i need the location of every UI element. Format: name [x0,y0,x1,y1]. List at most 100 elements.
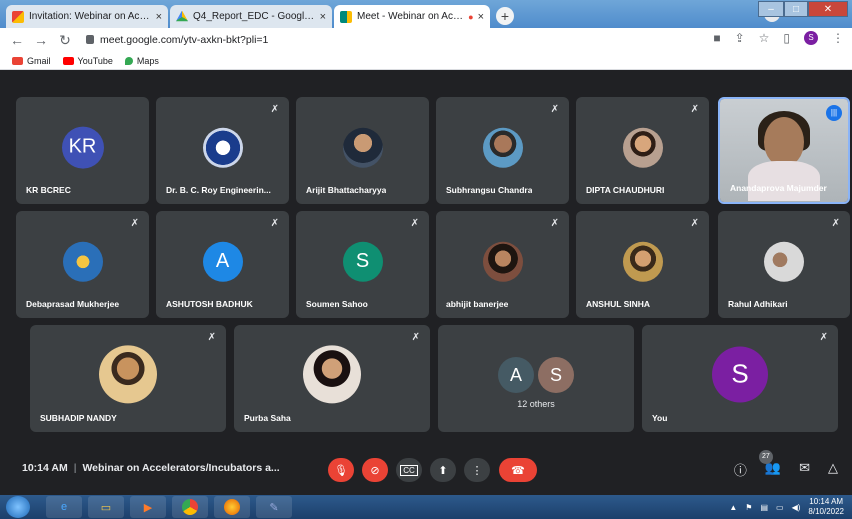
participant-tile[interactable]: Arijit Bhattacharyya [296,97,429,204]
present-button[interactable]: ⬆ [430,458,456,482]
recording-dot-icon: ● [468,11,474,22]
close-window-icon[interactable]: ✕ [808,1,848,17]
mic-off-icon: ✗ [130,218,139,229]
participant-tile[interactable]: ✗ A ASHUTOSH BADHUK [156,211,289,318]
file-explorer-icon[interactable]: ▭ [88,496,124,518]
avatar: KR [61,126,104,169]
mic-off-icon: ✗ [550,218,559,229]
bookmark-star-icon[interactable]: ☆ [759,31,770,45]
participant-tile[interactable]: ✗ Purba Saha [234,325,430,432]
flag-icon[interactable]: ⚑ [745,503,752,512]
share-icon[interactable]: ⇪ [735,31,745,45]
minimize-icon[interactable]: – [758,1,784,17]
back-icon[interactable]: ← [10,32,24,48]
maximize-icon[interactable]: □ [784,1,808,17]
participant-tile[interactable]: ✗ SUBHADIP NANDY [30,325,226,432]
participant-tile[interactable]: ✗ abhijit banerjee [436,211,569,318]
firefox-icon[interactable] [214,496,250,518]
participant-name: ASHUTOSH BADHUK [166,299,253,309]
tab-meet[interactable]: Meet - Webinar on Accelera ● × [334,5,490,28]
camera-icon[interactable]: ■ [713,31,720,45]
address-bar-actions: ■ ⇪ ☆ ▯ S ⋮ [713,31,844,45]
participant-tile[interactable]: ✗ Rahul Adhikari [718,211,850,318]
participant-name: Purba Saha [244,413,291,423]
gmail-icon [12,10,24,23]
start-button[interactable] [6,496,30,518]
reload-icon[interactable]: ↻ [58,32,72,49]
clock-date: 8/10/2022 [808,507,844,516]
battery-icon[interactable]: ▭ [776,503,784,512]
captions-icon: CC [400,464,418,476]
avatar [482,127,523,168]
maps-icon [124,56,133,65]
participant-name: Debaprasad Mukherjee [26,299,120,309]
profile-avatar[interactable]: S [804,31,818,45]
participant-tile[interactable]: ✗ DIPTA CHAUDHURI [576,97,709,204]
mic-off-icon: ✗ [819,332,828,343]
show-hidden-icons-icon[interactable]: ▲ [729,503,737,512]
bookmark-gmail[interactable]: Gmail [12,56,51,66]
meeting-details[interactable]: 10:14 AM | Webinar on Accelerators/Incubat… [22,462,280,474]
side-panel-icon[interactable]: ▯ [783,31,790,45]
people-button[interactable]: 27 👥 [758,450,781,479]
url-field[interactable]: meet.google.com/ytv-axkn-bkt?pli=1 [86,31,706,49]
participant-tile[interactable]: ✗ Subhrangsu Chandra [436,97,569,204]
participant-name: Subhrangsu Chandra [446,185,533,195]
system-clock[interactable]: 10:14 AM 8/10/2022 [808,497,844,517]
close-icon[interactable]: × [320,11,326,23]
mic-off-icon: ✗ [831,218,840,229]
participant-tile[interactable]: KR KR BCREC [16,97,149,204]
chrome-icon[interactable] [172,496,208,518]
others-tile[interactable]: A S 12 others [438,325,634,432]
mic-off-icon: ✗ [270,104,279,115]
tab-google-drive[interactable]: Q4_Report_EDC - Google Drive × [170,5,332,28]
close-icon[interactable]: × [478,11,484,23]
more-options-button[interactable]: ⋮ [464,458,490,482]
camera-off-button[interactable]: ⊘ [362,458,388,482]
mic-off-icon: ✗ [550,104,559,115]
mic-off-button[interactable]: 🎙 [328,458,354,482]
close-icon[interactable]: × [156,11,162,23]
media-player-icon[interactable]: ▶ [130,496,166,518]
participant-tile-speaking[interactable]: ||| Anandaprova Majumder [718,97,850,204]
internet-explorer-icon[interactable]: e [46,496,82,518]
mic-off-icon: 🎙 [334,464,348,477]
info-icon[interactable]: ⓘ [734,460,747,479]
bookmark-maps[interactable]: Maps [124,56,159,66]
leave-call-button[interactable]: ☎ [499,458,537,482]
chat-icon[interactable]: ✉ [799,460,810,479]
participant-tile[interactable]: ✗ S Soumen Sahoo [296,211,429,318]
network-icon[interactable]: ▤ [760,503,768,512]
captions-button[interactable]: CC [396,458,422,482]
avatar: S [538,357,574,394]
new-tab-button[interactable]: + [496,7,514,25]
participant-tile[interactable]: ✗ Debaprasad Mukherjee [16,211,149,318]
forward-icon[interactable]: → [34,32,48,48]
participant-name: abhijit banerjee [446,299,509,309]
self-tile[interactable]: ✗ S You [642,325,838,432]
participant-tile[interactable]: ✗ ANSHUL SINHA [576,211,709,318]
participant-name: Rahul Adhikari [728,299,788,309]
avatar: A [202,241,243,282]
mic-off-icon: ✗ [410,218,419,229]
paint-icon[interactable]: ✎ [256,496,292,518]
more-menu-icon[interactable]: ⋮ [832,31,844,45]
tab-gmail-invitation[interactable]: Invitation: Webinar on Accelerato × [6,5,168,28]
window-controls: – □ ✕ [758,1,848,17]
participant-tile[interactable]: ✗ Dr. B. C. Roy Engineerin... [156,97,289,204]
participant-name: KR BCREC [26,185,71,195]
tab-title: Meet - Webinar on Accelera [357,11,465,22]
avatar: S [712,346,768,403]
bookmark-youtube[interactable]: YouTube [62,56,113,66]
participant-name: ANSHUL SINHA [586,299,651,309]
mic-off-icon: ✗ [270,218,279,229]
volume-icon[interactable]: ◀) [792,503,801,512]
participant-name: SUBHADIP NANDY [40,413,117,423]
clock-time: 10:14 AM [809,497,844,506]
camera-off-icon: ⊘ [370,464,380,477]
avatar [482,241,523,282]
meeting-side-controls: ⓘ 27 👥 ✉ △ [734,450,838,479]
activities-icon[interactable]: △ [828,460,838,479]
address-bar: ← → ↻ meet.google.com/ytv-axkn-bkt?pli=1… [0,28,852,52]
drive-icon [176,10,188,22]
